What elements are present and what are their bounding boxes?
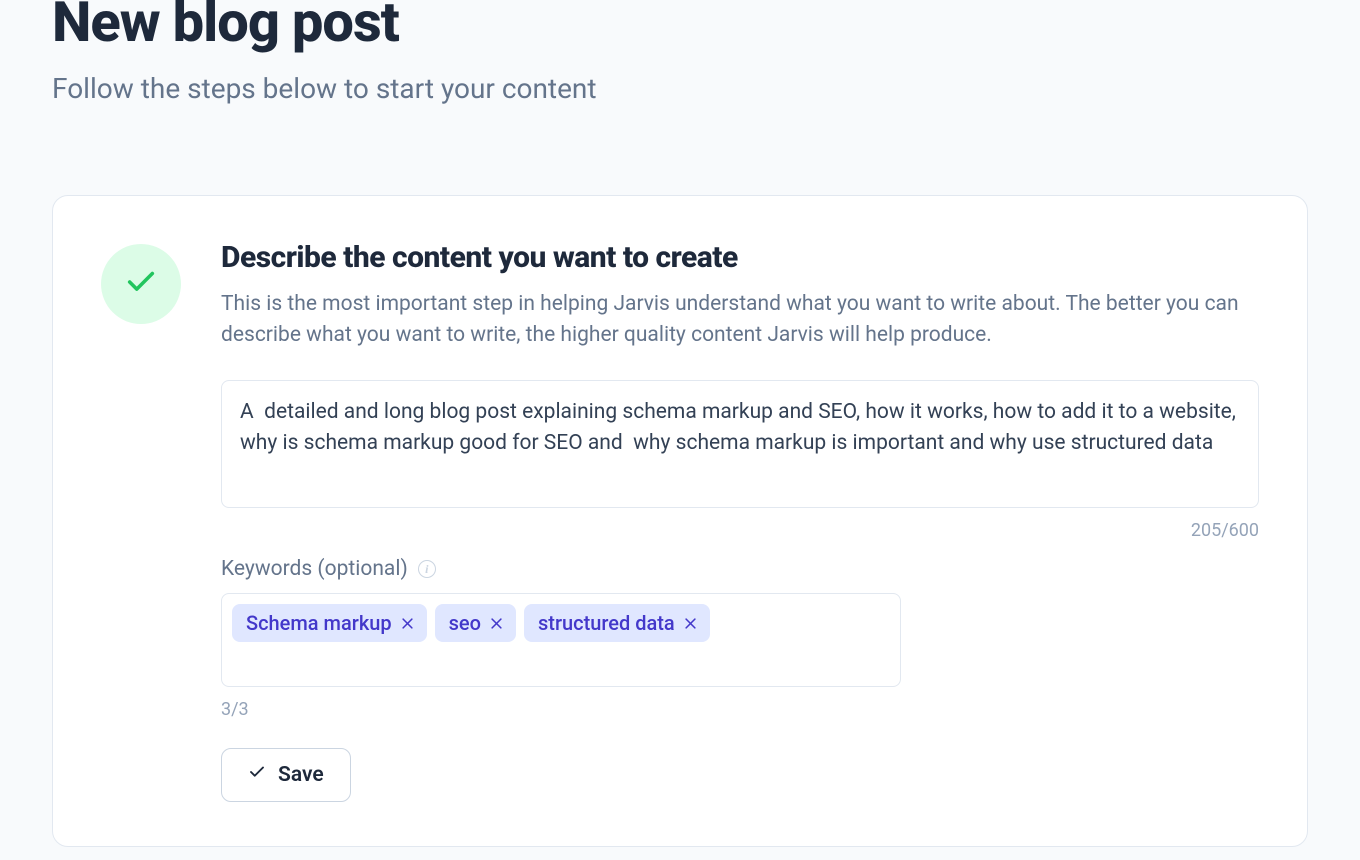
keywords-input[interactable]: Schema markup seo (221, 593, 901, 687)
keywords-counter: 3/3 (221, 699, 1259, 720)
step-card: Describe the content you want to create … (52, 195, 1308, 848)
save-button-label: Save (278, 763, 324, 787)
close-icon[interactable] (683, 616, 698, 631)
checkmark-icon (124, 265, 158, 303)
close-icon[interactable] (400, 616, 415, 631)
save-button[interactable]: Save (221, 748, 351, 802)
step-status-badge (101, 244, 181, 324)
step-title: Describe the content you want to create (221, 240, 1259, 275)
page-title: New blog post (52, 0, 1308, 54)
info-icon[interactable]: i (418, 560, 436, 578)
keyword-tag: structured data (524, 604, 710, 642)
keywords-label: Keywords (optional) (221, 557, 408, 581)
keyword-tag: seo (435, 604, 516, 642)
page-subtitle: Follow the steps below to start your con… (52, 72, 1308, 105)
close-icon[interactable] (489, 616, 504, 631)
description-textarea[interactable] (221, 380, 1259, 509)
keyword-tag: Schema markup (232, 604, 427, 642)
keyword-tag-label: structured data (538, 611, 675, 635)
keyword-tag-label: seo (449, 611, 481, 635)
step-description: This is the most important step in helpi… (221, 289, 1259, 352)
checkmark-icon (248, 763, 266, 787)
char-counter: 205/600 (221, 520, 1259, 541)
keyword-tag-label: Schema markup (246, 611, 392, 635)
